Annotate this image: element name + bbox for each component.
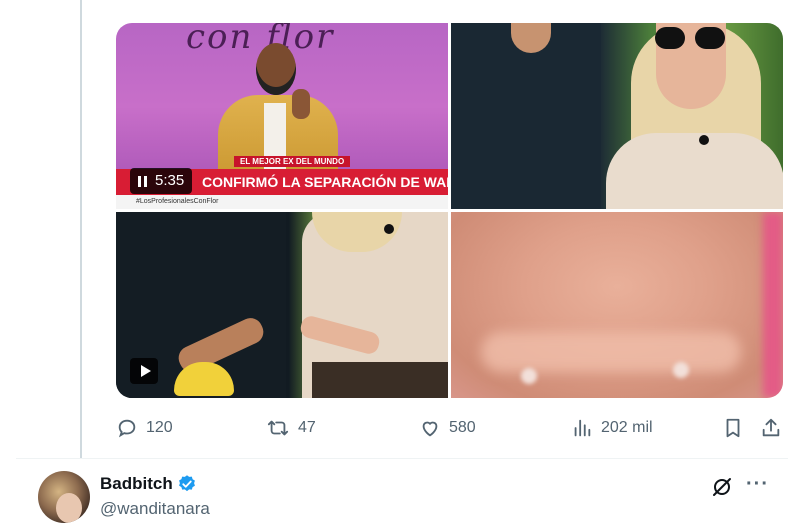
lapel-mic <box>699 135 709 145</box>
avatar[interactable] <box>38 471 90 523</box>
host-head <box>256 43 296 95</box>
user-handle[interactable]: @wanditanara <box>100 499 210 519</box>
display-name[interactable]: Badbitch <box>100 474 197 494</box>
verified-badge-icon <box>178 475 195 492</box>
blur-glow <box>481 332 741 372</box>
views-count: 202 mil <box>601 419 653 436</box>
reply-button[interactable]: 120 <box>116 414 173 442</box>
timeline-feed: con flor EL MEJOR EX DEL MUNDO CONFIRMÓ … <box>16 0 788 523</box>
retweet-icon <box>267 420 289 436</box>
reply-icon <box>118 419 136 438</box>
host-hand <box>292 89 310 119</box>
bookmark-button[interactable] <box>722 414 744 442</box>
views-button[interactable]: 202 mil <box>571 414 653 442</box>
tweet-actions-bar: 120 47 580 202 mil <box>116 414 783 442</box>
bookmark-icon <box>726 418 740 438</box>
share-button[interactable] <box>760 414 782 442</box>
tv-banner-text: CONFIRMÓ LA SEPARACIÓN DE WANDA Y MIGUEL… <box>202 174 448 190</box>
play-icon <box>140 365 151 377</box>
like-button[interactable]: 580 <box>419 414 476 442</box>
tv-hashtag-strip: #LosProfesionalesConFlor <box>116 195 448 209</box>
thread-connector-line <box>80 0 82 460</box>
photo-skirt <box>312 362 448 398</box>
video-time-pill[interactable]: 5:35 <box>130 168 193 194</box>
media-tile-video-tv[interactable]: con flor EL MEJOR EX DEL MUNDO CONFIRMÓ … <box>116 23 448 209</box>
retweet-count: 47 <box>298 419 316 436</box>
grok-icon[interactable] <box>710 475 734 499</box>
retweet-button[interactable]: 47 <box>266 414 316 442</box>
lapel-mic <box>384 224 394 234</box>
like-count: 580 <box>449 419 476 436</box>
video-duration: 5:35 <box>155 172 185 189</box>
sunglasses <box>655 27 727 49</box>
heart-icon <box>422 421 438 437</box>
next-tweet[interactable]: Badbitch @wanditanara ··· <box>16 459 788 523</box>
blur-dot <box>673 362 689 378</box>
display-name-text[interactable]: Badbitch <box>100 474 173 494</box>
tv-banner-small: EL MEJOR EX DEL MUNDO <box>234 156 351 167</box>
pause-icon[interactable] <box>138 175 147 187</box>
photo-woman-top <box>606 133 783 209</box>
views-chart-icon <box>574 419 591 437</box>
blur-pink-edge <box>763 212 783 398</box>
media-tile-photo-2[interactable] <box>451 23 783 209</box>
blur-dot <box>521 368 537 384</box>
media-grid: con flor EL MEJOR EX DEL MUNDO CONFIRMÓ … <box>116 23 783 398</box>
more-options-icon[interactable]: ··· <box>746 473 769 496</box>
play-button[interactable] <box>130 358 158 384</box>
media-tile-photo-4-blurred[interactable] <box>451 212 783 398</box>
reply-count: 120 <box>146 419 173 436</box>
share-icon <box>762 418 780 437</box>
media-tile-video-3[interactable] <box>116 212 448 398</box>
